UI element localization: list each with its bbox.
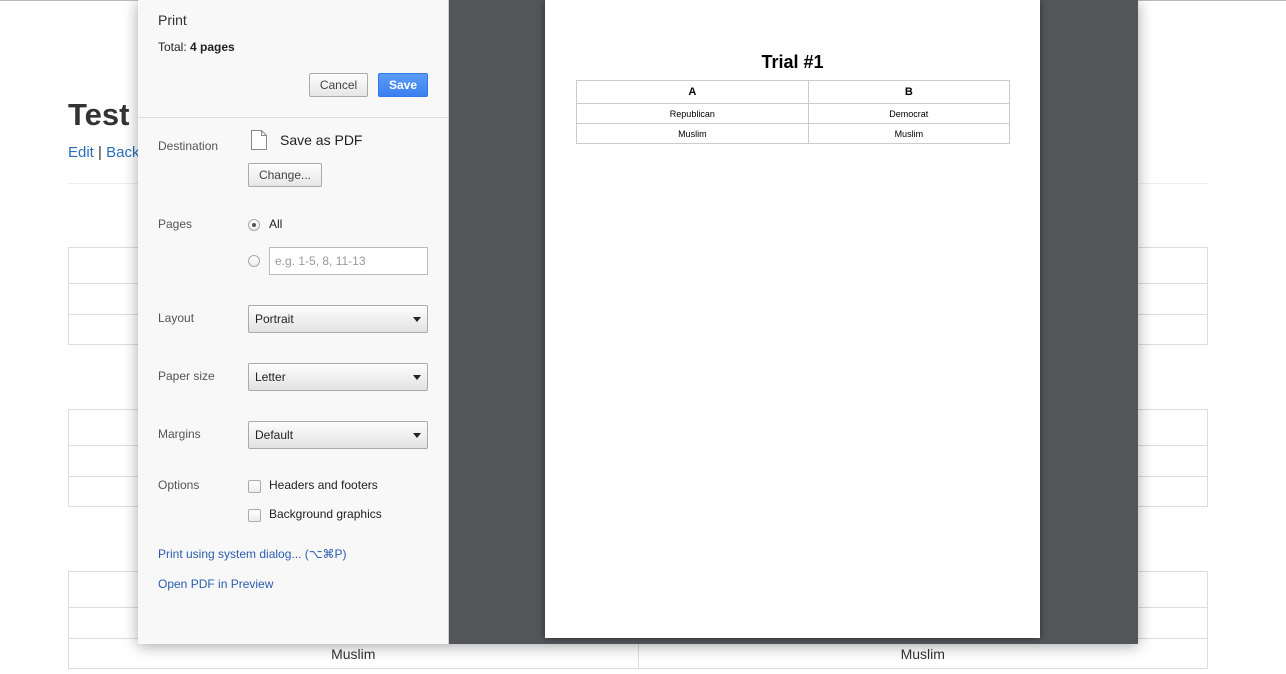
save-button[interactable]: Save — [378, 73, 428, 97]
preview-header-cell: A — [576, 80, 809, 104]
preview-table: A B Republican Democrat Muslim Muslim — [576, 80, 1011, 144]
dropdown-arrow-icon — [413, 375, 421, 380]
layout-label: Layout — [158, 311, 195, 325]
margins-label: Margins — [158, 427, 201, 441]
pages-range-radio[interactable] — [248, 255, 260, 267]
preview-cell: Democrat — [807, 103, 1011, 124]
paper-size-label: Paper size — [158, 369, 215, 383]
background-graphics-checkbox[interactable] — [248, 509, 261, 522]
preview-cell: Muslim — [576, 123, 809, 144]
headers-footers-label: Headers and footers — [269, 478, 378, 492]
preview-header-row: A B — [576, 80, 1011, 104]
pages-all-radio[interactable] — [248, 219, 260, 231]
preview-row: Muslim Muslim — [576, 123, 1011, 144]
layout-select[interactable]: Portrait — [248, 305, 428, 333]
dialog-title: Print — [158, 12, 187, 28]
preview-row: Republican Democrat — [576, 103, 1011, 124]
pages-label: Pages — [158, 217, 193, 231]
print-dialog: Print Total: 4 pages Cancel Save Destina… — [138, 0, 1138, 644]
destination-label: Destination — [158, 139, 219, 153]
pdf-file-icon — [251, 130, 267, 150]
paper-size-value: Letter — [255, 370, 286, 384]
preview-cell: Republican — [576, 103, 809, 124]
destination-value: Save as PDF — [280, 132, 363, 148]
open-pdf-preview-link[interactable]: Open PDF in Preview — [158, 577, 273, 591]
dropdown-arrow-icon — [413, 433, 421, 438]
total-label: Total: — [158, 40, 187, 54]
margins-select[interactable]: Default — [248, 421, 428, 449]
layout-value: Portrait — [255, 312, 294, 326]
headers-footers-checkbox[interactable] — [248, 480, 261, 493]
page-links: Edit | Back — [68, 144, 139, 161]
page-total: Total: 4 pages — [158, 40, 235, 54]
change-destination-button[interactable]: Change... — [248, 163, 322, 187]
preview-page: Trial #1 A B Republican Democrat Muslim … — [545, 0, 1040, 638]
preview-title: Trial #1 — [761, 52, 824, 72]
pages-all-label: All — [269, 217, 283, 231]
cancel-button[interactable]: Cancel — [309, 73, 368, 97]
print-preview-area[interactable]: Trial #1 A B Republican Democrat Muslim … — [449, 0, 1138, 644]
back-link[interactable]: Back — [106, 144, 139, 161]
paper-size-select[interactable]: Letter — [248, 363, 428, 391]
edit-link[interactable]: Edit — [68, 144, 94, 161]
dropdown-arrow-icon — [413, 317, 421, 322]
page-title: Test — [68, 97, 130, 132]
print-header: Print Total: 4 pages Cancel Save — [138, 0, 448, 118]
options-label: Options — [158, 478, 200, 492]
preview-header-cell: B — [807, 80, 1011, 104]
preview-cell: Muslim — [807, 123, 1011, 144]
margins-value: Default — [255, 428, 294, 442]
system-dialog-link[interactable]: Print using system dialog... (⌥⌘P) — [158, 547, 347, 561]
link-separator: | — [98, 144, 102, 161]
total-value: 4 pages — [190, 40, 235, 54]
background-graphics-label: Background graphics — [269, 507, 382, 521]
page-range-input[interactable] — [269, 247, 428, 275]
print-settings-sidebar: Print Total: 4 pages Cancel Save Destina… — [138, 0, 449, 644]
